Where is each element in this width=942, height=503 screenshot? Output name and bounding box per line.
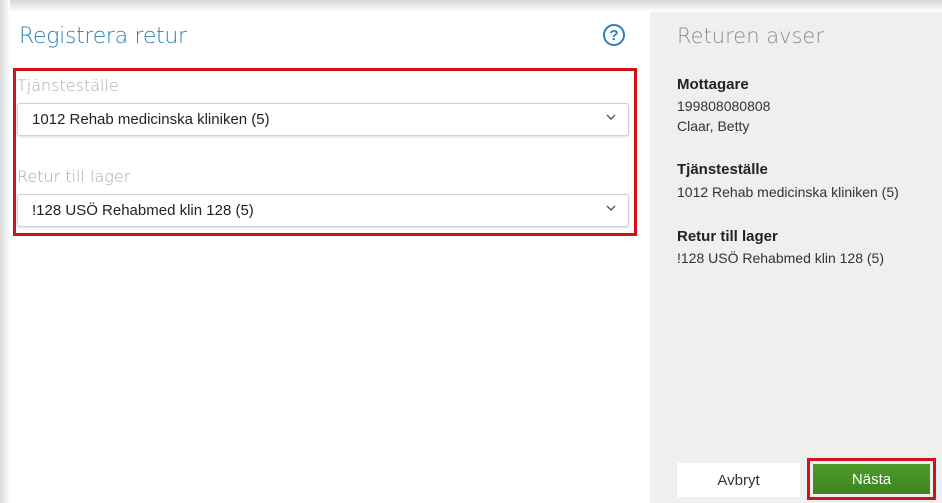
recipient-name: Claar, Betty [677,118,750,134]
chevron-down-icon [606,205,616,211]
service-select[interactable]: 1012 Rehab medicinska kliniken (5) [17,103,629,136]
recipient-id: 199808080808 [677,98,771,114]
warehouse-select[interactable]: !128 USÖ Rehabmed klin 128 (5) [17,194,629,227]
warehouse-select-value: !128 USÖ Rehabmed klin 128 (5) [32,202,254,219]
left-shadow [0,0,10,503]
recipient-heading: Mottagare [677,76,749,93]
help-circle-icon[interactable]: ? [603,24,625,46]
service-label: Tjänsteställe [17,76,119,95]
main-panel: Registrera retur ? Tjänsteställe 1012 Re… [10,12,650,503]
warehouse-heading: Retur till lager [677,228,778,245]
summary-panel: Returen avser Mottagare 199808080808 Cla… [650,12,942,503]
service-select-value: 1012 Rehab medicinska kliniken (5) [32,111,270,128]
page-title: Registrera retur [19,24,187,49]
warehouse-label: Retur till lager [17,167,131,186]
summary-title: Returen avser [677,24,824,48]
top-shadow [0,0,942,12]
cancel-button[interactable]: Avbryt [677,463,800,497]
chevron-down-icon [606,114,616,120]
dialog: Registrera retur ? Tjänsteställe 1012 Re… [0,0,942,503]
warehouse-value: !128 USÖ Rehabmed klin 128 (5) [677,250,884,266]
service-heading: Tjänsteställe [677,161,768,178]
highlight-box-next: Nästa [807,458,936,500]
service-value: 1012 Rehab medicinska kliniken (5) [677,184,899,200]
next-button[interactable]: Nästa [813,464,930,494]
